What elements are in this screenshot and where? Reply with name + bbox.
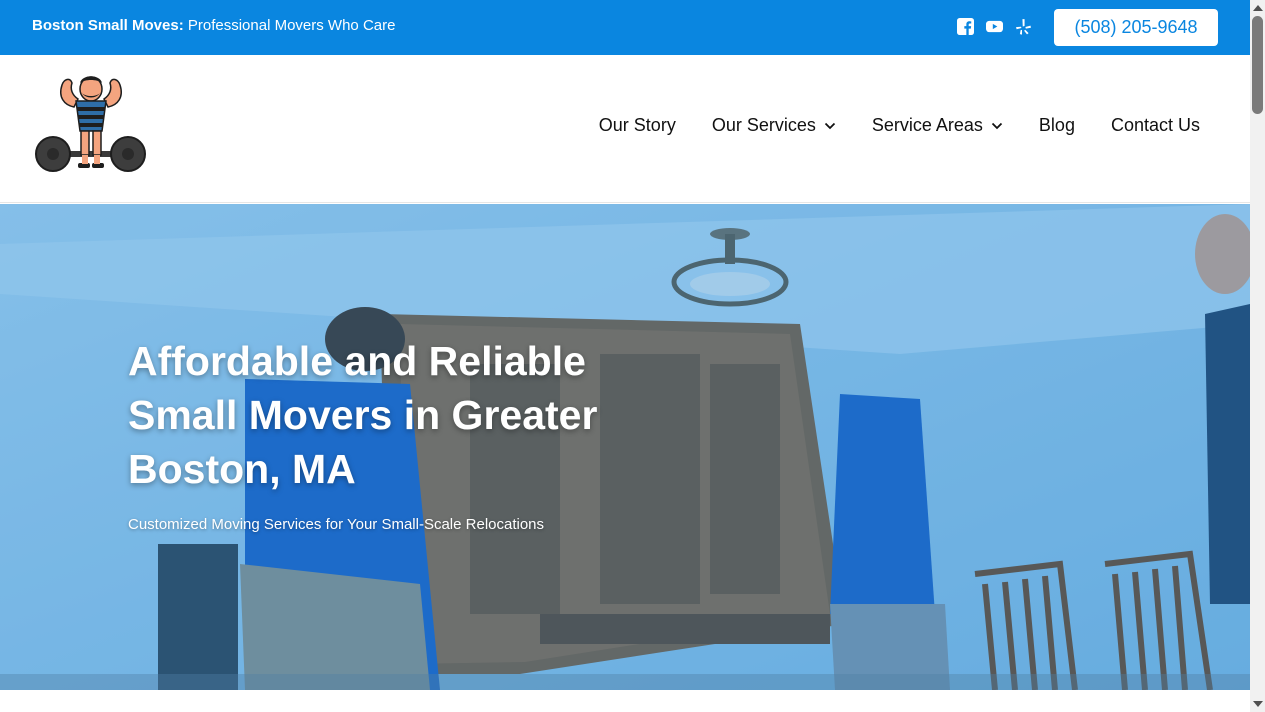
nav-label: Our Services: [711, 115, 816, 135]
nav-label: Service Areas: [871, 115, 983, 135]
nav-label: Contact Us: [1110, 115, 1200, 135]
social-links: [957, 18, 1032, 35]
top-bar: Boston Small Moves: Professional Movers …: [0, 0, 1250, 55]
top-bar-tagline: Boston Small Moves: Professional Movers …: [32, 17, 395, 34]
scroll-up-arrow-icon[interactable]: [1253, 5, 1263, 11]
chevron-down-icon: [991, 122, 1003, 129]
nav-label: Our Story: [598, 115, 676, 135]
facebook-icon[interactable]: [957, 18, 974, 35]
site-header: Our Story Our Services Service Areas Blo…: [0, 55, 1250, 203]
tagline-text: Professional Movers Who Care: [187, 17, 396, 34]
chevron-down-icon: [824, 122, 835, 129]
yelp-icon[interactable]: [1015, 18, 1032, 35]
hero-subtitle: Customized Moving Services for Your Smal…: [128, 516, 545, 533]
scrollbar-thumb[interactable]: [1252, 16, 1263, 114]
strongman-logo[interactable]: [34, 69, 148, 179]
brand-name: Boston Small Moves:: [32, 17, 184, 34]
nav-service-areas[interactable]: Service Areas: [872, 115, 1003, 136]
nav-our-story[interactable]: Our Story: [599, 115, 676, 136]
scroll-down-arrow-icon[interactable]: [1253, 701, 1263, 707]
nav-label: Blog: [1038, 115, 1075, 135]
page: Boston Small Moves: Professional Movers …: [0, 0, 1250, 712]
nav-blog[interactable]: Blog: [1039, 115, 1075, 136]
hero-title: Affordable and Reliable Small Movers in …: [128, 338, 598, 492]
hero-section: Affordable and Reliable Small Movers in …: [0, 204, 1250, 690]
youtube-icon[interactable]: [986, 18, 1003, 35]
phone-button[interactable]: (508) 205-9648: [1054, 9, 1218, 46]
vertical-scrollbar[interactable]: [1250, 0, 1265, 712]
nav-our-services[interactable]: Our Services: [712, 115, 836, 136]
nav-contact-us[interactable]: Contact Us: [1111, 115, 1200, 136]
main-nav: Our Story Our Services Service Areas Blo…: [599, 115, 1200, 136]
